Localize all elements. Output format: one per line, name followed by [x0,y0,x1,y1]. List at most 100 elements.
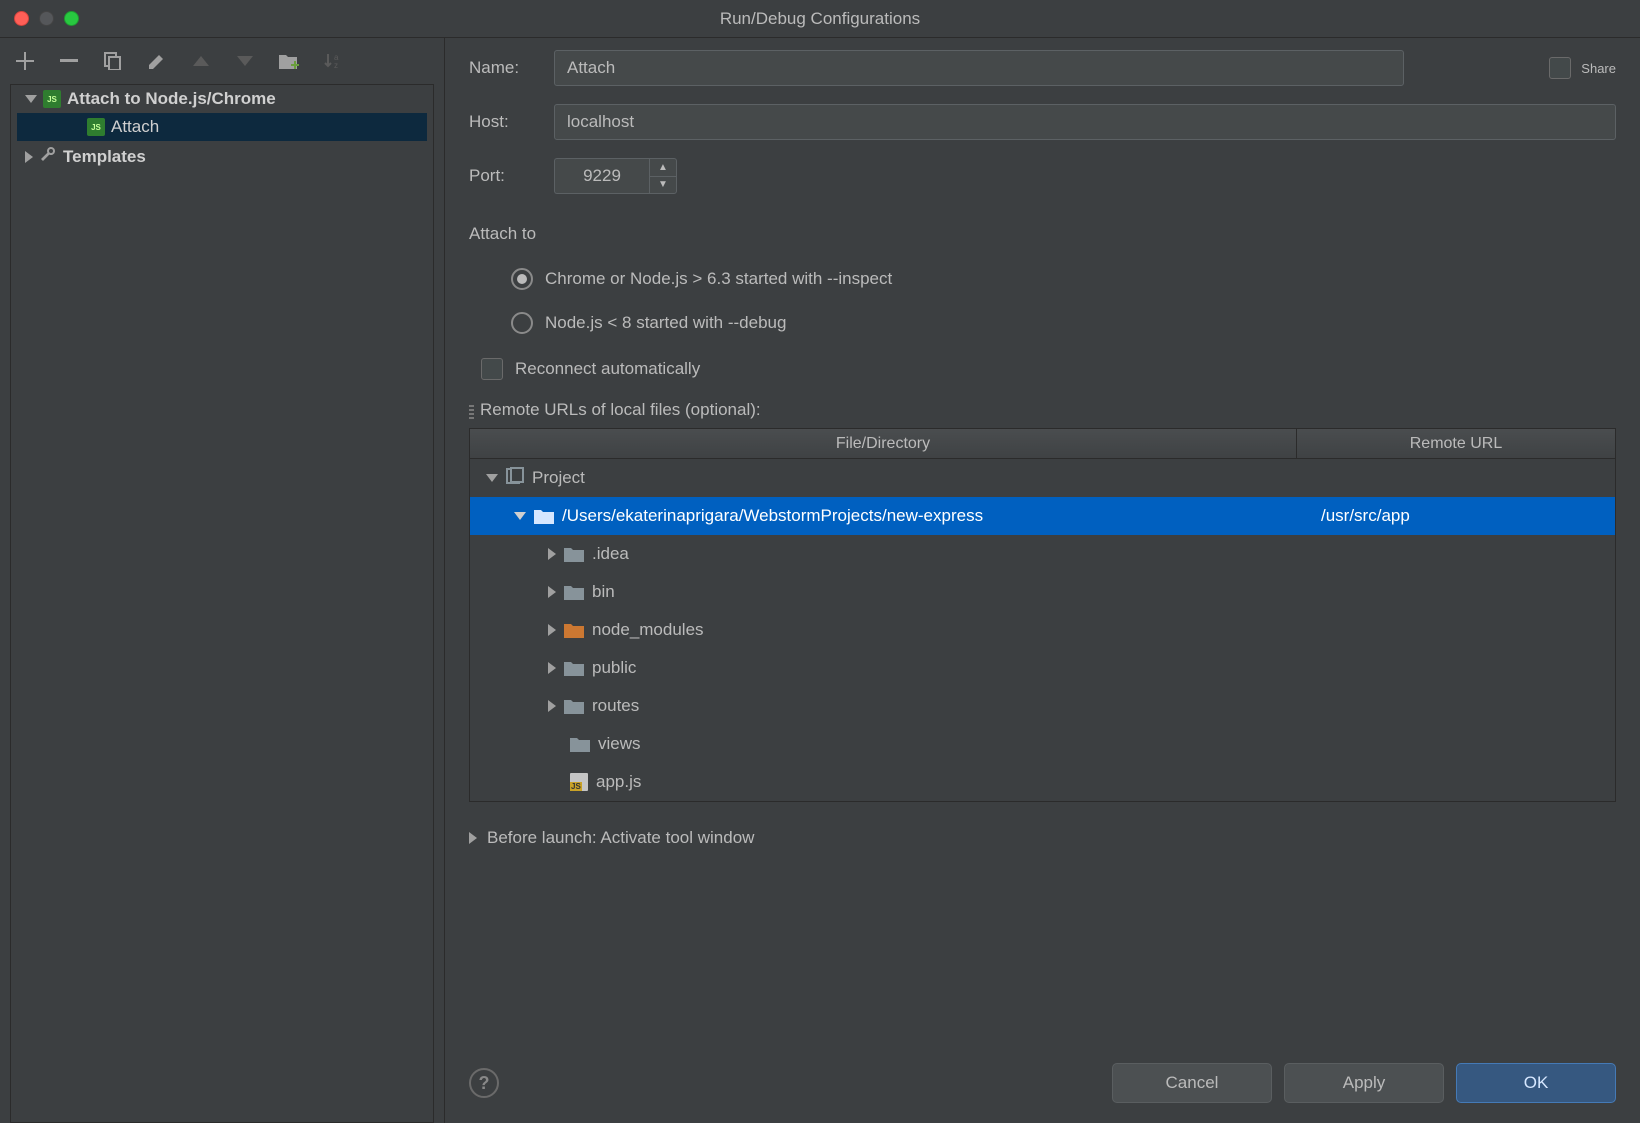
port-spinner[interactable]: ▲ ▼ [649,158,677,194]
attach-to-heading: Attach to [469,224,1616,244]
spinner-up-icon[interactable]: ▲ [650,159,676,177]
js-file-icon [570,773,588,791]
tree-row[interactable]: views [470,725,1615,763]
share-checkbox[interactable] [1549,57,1571,79]
folder-icon [564,698,584,714]
sort-alpha-icon: az [322,50,344,72]
maximize-window-icon[interactable] [64,11,79,26]
before-launch-label: Before launch: Activate tool window [487,828,754,848]
svg-text:z: z [334,61,338,70]
titlebar: Run/Debug Configurations [0,0,1640,38]
before-launch-row[interactable]: Before launch: Activate tool window [469,822,1616,854]
project-icon [506,467,524,490]
minimize-window-icon [39,11,54,26]
window-controls [0,11,79,26]
name-label: Name: [469,58,554,78]
attach-option-debug[interactable]: Node.js < 8 started with --debug [469,306,1616,350]
config-toolbar: az [0,44,444,84]
col-file-directory[interactable]: File/Directory [470,429,1297,459]
move-up-icon [190,50,212,72]
help-button[interactable]: ? [469,1068,499,1098]
config-item-label: Attach [111,117,159,137]
share-label: Share [1581,61,1616,76]
tree-row[interactable]: node_modules [470,611,1615,649]
port-input[interactable] [554,158,649,194]
tree-node-label: app.js [596,772,641,792]
window-title: Run/Debug Configurations [0,9,1640,29]
radio-inspect-label: Chrome or Node.js > 6.3 started with --i… [545,269,892,289]
chevron-right-icon[interactable] [548,662,556,674]
name-input[interactable] [554,50,1404,86]
table-header: File/Directory Remote URL [470,429,1615,459]
chevron-right-icon[interactable] [548,624,556,636]
copy-config-icon[interactable] [102,50,124,72]
col-remote-url[interactable]: Remote URL [1297,429,1615,459]
ok-label: OK [1524,1073,1549,1093]
tree-row[interactable]: bin [470,573,1615,611]
chevron-right-icon[interactable] [25,151,33,163]
share-group: Share [1549,57,1616,79]
chevron-right-icon[interactable] [548,586,556,598]
folder-icon [564,584,584,600]
spinner-down-icon[interactable]: ▼ [650,177,676,194]
chevron-right-icon[interactable] [548,700,556,712]
radio-debug-label: Node.js < 8 started with --debug [545,313,786,333]
root-remote-label: /usr/src/app [1315,506,1615,526]
root-path-label: /Users/ekaterinaprigara/WebstormProjects… [562,506,983,526]
radio-debug[interactable] [511,312,533,334]
cancel-label: Cancel [1166,1073,1219,1093]
apply-label: Apply [1343,1073,1386,1093]
tree-node-label: node_modules [592,620,704,640]
chevron-down-icon[interactable] [25,95,37,103]
remove-config-icon[interactable] [58,50,80,72]
tree-row[interactable]: app.js [470,763,1615,801]
tree-row[interactable]: .idea [470,535,1615,573]
file-tree[interactable]: Project /Users/ekaterinaprigara/Webstorm… [470,459,1615,801]
tree-node-label: bin [592,582,615,602]
wrench-icon [39,145,57,168]
folder-icon [534,508,554,524]
folder-save-icon[interactable] [278,50,300,72]
remote-urls-heading: Remote URLs of local files (optional): [480,400,761,420]
reconnect-checkbox[interactable] [481,358,503,380]
chevron-right-icon[interactable] [548,548,556,560]
ok-button[interactable]: OK [1456,1063,1616,1103]
tree-project-row[interactable]: Project [470,459,1615,497]
radio-inspect[interactable] [511,268,533,290]
close-window-icon[interactable] [14,11,29,26]
apply-button[interactable]: Apply [1284,1063,1444,1103]
project-label: Project [532,468,585,488]
attach-option-inspect[interactable]: Chrome or Node.js > 6.3 started with --i… [469,262,1616,306]
move-down-icon [234,50,256,72]
host-label: Host: [469,112,554,132]
tree-node-label: routes [592,696,639,716]
folder-icon [570,736,590,752]
tree-row[interactable]: public [470,649,1615,687]
templates-label: Templates [63,147,146,167]
tree-root-row[interactable]: /Users/ekaterinaprigara/WebstormProjects… [470,497,1615,535]
reconnect-row[interactable]: Reconnect automatically [469,350,1616,400]
edit-settings-icon[interactable] [146,50,168,72]
tree-node-label: public [592,658,636,678]
config-group-label: Attach to Node.js/Chrome [67,89,276,109]
config-group-attach[interactable]: JS Attach to Node.js/Chrome [17,85,427,113]
chevron-down-icon[interactable] [486,474,498,482]
reconnect-label: Reconnect automatically [515,359,700,379]
config-item-attach[interactable]: JS Attach [17,113,427,141]
chevron-right-icon[interactable] [469,832,477,844]
nodejs-icon: JS [43,90,61,108]
folder-icon [564,660,584,676]
chevron-down-icon[interactable] [514,512,526,520]
resize-grip-icon[interactable] [469,402,474,419]
left-pane: az JS Attach to Node.js/Chrome JS Attach… [0,38,445,1123]
nodejs-icon: JS [87,118,105,136]
tree-row[interactable]: routes [470,687,1615,725]
remote-urls-table: File/Directory Remote URL Project /User [469,428,1616,802]
host-input[interactable] [554,104,1616,140]
add-config-icon[interactable] [14,50,36,72]
config-tree[interactable]: JS Attach to Node.js/Chrome JS Attach Te… [11,85,433,172]
right-pane: Name: Share Host: Port: ▲ ▼ Attach to [445,38,1640,1123]
cancel-button[interactable]: Cancel [1112,1063,1272,1103]
config-group-templates[interactable]: Templates [17,141,427,172]
folder-icon [564,622,584,638]
